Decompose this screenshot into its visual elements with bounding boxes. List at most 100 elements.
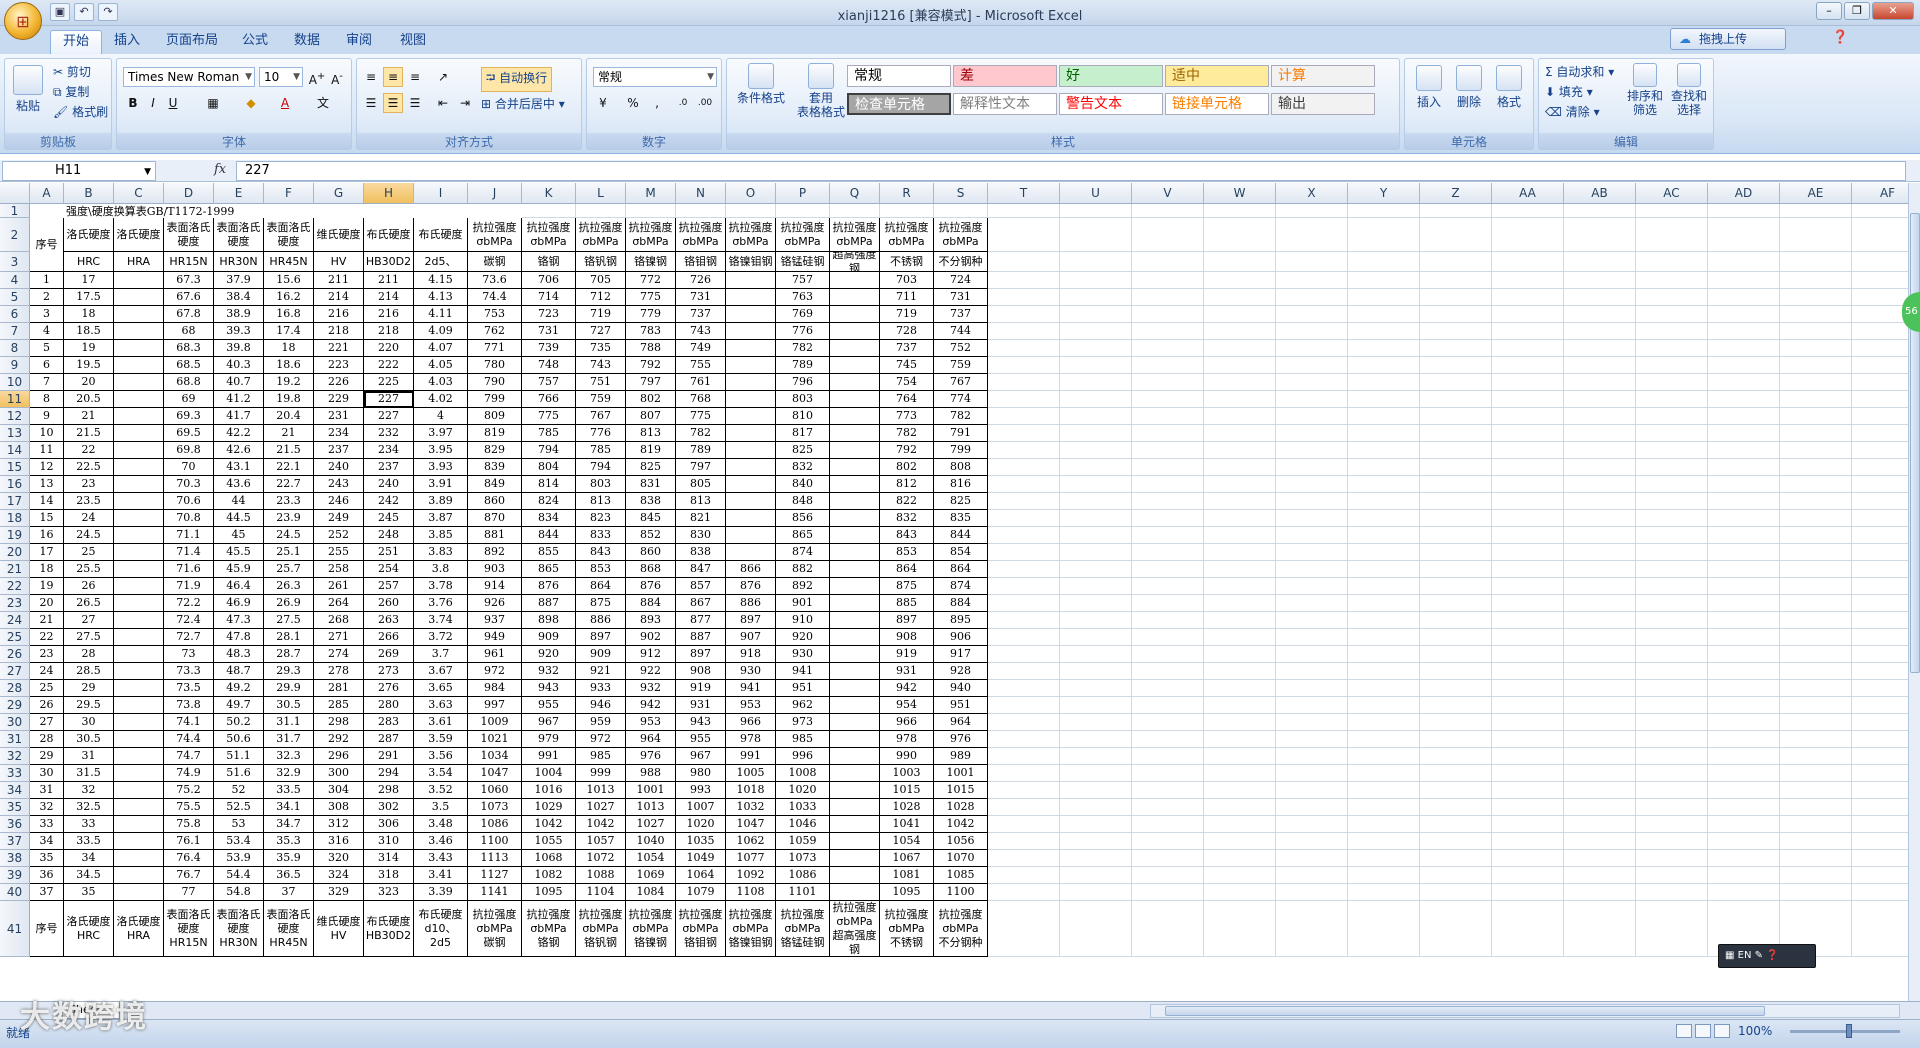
table-cell[interactable]: 68 [164,323,214,340]
table-cell[interactable]: 75.5 [164,799,214,816]
table-cell[interactable] [1780,663,1852,680]
table-cell[interactable]: 323 [364,884,414,901]
table-cell[interactable] [830,204,880,218]
table-cell[interactable]: 序号 [30,218,64,272]
table-cell[interactable] [1708,850,1780,867]
table-cell[interactable]: 32.5 [64,799,114,816]
row-header[interactable]: 13 [0,425,30,442]
table-cell[interactable] [1276,731,1348,748]
table-cell[interactable]: 1056 [934,833,988,850]
table-cell[interactable]: 1001 [934,765,988,782]
table-cell[interactable] [1780,459,1852,476]
table-cell[interactable] [1348,544,1420,561]
table-cell[interactable]: 240 [364,476,414,493]
table-cell[interactable] [1564,476,1636,493]
table-cell[interactable] [1420,714,1492,731]
table-cell[interactable] [1780,272,1852,289]
table-cell[interactable]: 285 [314,697,364,714]
table-cell[interactable]: 40.7 [214,374,264,391]
table-cell[interactable] [114,272,164,289]
table-cell[interactable]: 902 [626,629,676,646]
table-cell[interactable] [1780,252,1852,272]
table-cell[interactable] [830,391,880,408]
table-cell[interactable] [1204,306,1276,323]
table-cell[interactable] [1132,629,1204,646]
table-cell[interactable] [1492,867,1564,884]
table-cell[interactable] [988,442,1060,459]
table-cell[interactable] [1852,323,1908,340]
select-all-corner[interactable] [0,183,30,204]
table-cell[interactable]: 51.6 [214,765,264,782]
table-cell[interactable] [1132,663,1204,680]
table-cell[interactable]: 40.3 [214,357,264,374]
table-cell[interactable]: 22.5 [64,459,114,476]
table-cell[interactable]: 283 [364,714,414,731]
table-cell[interactable]: 18 [30,561,64,578]
table-cell[interactable] [1852,901,1908,957]
table-cell[interactable] [1204,374,1276,391]
column-header[interactable]: I [414,183,468,204]
table-cell[interactable]: 50.2 [214,714,264,731]
table-cell[interactable]: 870 [468,510,522,527]
table-cell[interactable]: 4.05 [414,357,468,374]
table-cell[interactable]: 797 [676,459,726,476]
table-cell[interactable]: 抗拉强度σbMPa [934,218,988,252]
table-cell[interactable] [1780,697,1852,714]
table-cell[interactable] [1132,493,1204,510]
table-cell[interactable] [1708,697,1780,714]
table-cell[interactable] [1204,459,1276,476]
table-cell[interactable]: 20.4 [264,408,314,425]
table-cell[interactable] [988,357,1060,374]
table-cell[interactable] [880,204,934,218]
table-cell[interactable]: 269 [364,646,414,663]
table-cell[interactable]: 864 [880,561,934,578]
table-cell[interactable]: 1084 [626,884,676,901]
scroll-thumb[interactable] [1165,1006,1765,1016]
table-cell[interactable] [1276,323,1348,340]
table-cell[interactable] [1708,714,1780,731]
table-cell[interactable] [114,476,164,493]
style-cell[interactable]: 警告文本 [1059,93,1163,115]
table-cell[interactable] [1132,391,1204,408]
table-cell[interactable] [726,476,776,493]
table-cell[interactable]: 32 [64,782,114,799]
table-cell[interactable]: 310 [364,833,414,850]
table-cell[interactable]: 1015 [880,782,934,799]
table-cell[interactable]: 843 [576,544,626,561]
table-cell[interactable]: 8 [30,391,64,408]
table-cell[interactable]: 779 [626,306,676,323]
table-cell[interactable]: 754 [880,374,934,391]
table-cell[interactable]: 67.3 [164,272,214,289]
table-cell[interactable]: 822 [880,493,934,510]
table-cell[interactable]: 320 [314,850,364,867]
table-cell[interactable]: 249 [314,510,364,527]
table-cell[interactable]: 3.46 [414,833,468,850]
table-cell[interactable]: 776 [776,323,830,340]
table-cell[interactable] [1708,340,1780,357]
table-cell[interactable]: 1008 [776,765,830,782]
increase-decimal-icon[interactable]: .0 [673,93,693,113]
row-header[interactable]: 25 [0,629,30,646]
table-cell[interactable]: 1047 [468,765,522,782]
format-as-table-button[interactable]: 套用 表格格式 [789,63,853,119]
table-cell[interactable]: 1054 [880,833,934,850]
table-cell[interactable] [1708,663,1780,680]
table-cell[interactable] [1492,612,1564,629]
column-header[interactable]: L [576,183,626,204]
table-cell[interactable]: 990 [880,748,934,765]
table-cell[interactable] [1780,510,1852,527]
table-cell[interactable]: 719 [880,306,934,323]
table-cell[interactable] [1420,476,1492,493]
column-header[interactable]: D [164,183,214,204]
table-cell[interactable]: 26.9 [264,595,314,612]
align-right-icon[interactable]: ☰ [405,93,425,113]
table-cell[interactable]: 966 [880,714,934,731]
font-color-icon[interactable]: A [275,93,295,113]
table-cell[interactable]: 53 [214,816,264,833]
table-cell[interactable] [1060,357,1132,374]
table-cell[interactable]: 237 [314,442,364,459]
style-cell[interactable]: 适中 [1165,65,1269,87]
table-cell[interactable]: 810 [776,408,830,425]
table-cell[interactable] [1636,578,1708,595]
table-cell[interactable]: 维氏硬度 [314,218,364,252]
